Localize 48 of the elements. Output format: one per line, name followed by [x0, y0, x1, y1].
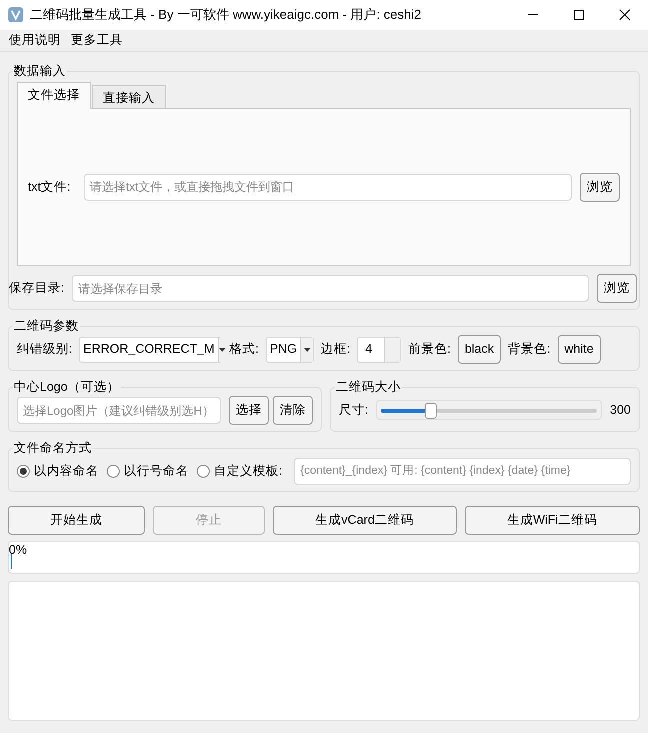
logo-path-field[interactable]: 选择Logo图片（建议纠错级别选H） — [17, 397, 221, 424]
group-title: 二维码参数 — [13, 317, 80, 335]
radio-button[interactable] — [107, 465, 120, 478]
radio-button[interactable] — [197, 465, 210, 478]
caret-icon[interactable] — [304, 348, 311, 352]
template-field[interactable]: {content}_{index} 可用: {content} {index} {date} {time} — [294, 458, 631, 485]
field-label: 保存目录: — [9, 280, 64, 298]
radio-label[interactable]: 以行号命名 — [124, 462, 189, 481]
browse-button[interactable]: 浏览 — [597, 274, 637, 303]
action-button[interactable]: 生成vCard二维码 — [272, 506, 457, 535]
progress-text: 0% — [9, 542, 28, 558]
group-title: 数据输入 — [13, 62, 67, 80]
field-label: 尺寸: — [339, 402, 368, 419]
radio-label[interactable]: 以内容命名 — [34, 462, 99, 481]
group-title: 中心Logo（可选） — [13, 378, 121, 396]
border-spinbox[interactable]: 4 — [357, 336, 402, 362]
size-slider[interactable] — [376, 400, 602, 420]
background-color-button[interactable]: white — [558, 335, 601, 364]
foreground-color-button[interactable]: black — [458, 335, 502, 364]
tab[interactable]: 文件选择 — [17, 82, 91, 109]
menu-item[interactable]: 使用说明 — [4, 31, 66, 50]
group-title: 文件命名方式 — [13, 439, 93, 457]
clear-button[interactable]: 清除 — [273, 396, 313, 425]
app-icon — [8, 7, 24, 23]
format-dropdown[interactable]: PNG — [266, 336, 314, 362]
field-label: 边框: — [320, 341, 350, 358]
action-button[interactable]: 开始生成 — [8, 506, 146, 535]
group-title: 二维码大小 — [335, 378, 402, 396]
caret-icon[interactable] — [218, 348, 226, 352]
field-label: 背景色: — [508, 341, 551, 358]
slider-handle[interactable] — [425, 403, 438, 419]
radio-label[interactable]: 自定义模板: — [214, 462, 282, 481]
file-path-field[interactable]: 请选择txt文件，或直接拖拽文件到窗口 — [84, 174, 572, 200]
field-label: 前景色: — [408, 341, 451, 358]
field-label: 纠错级别: — [17, 341, 72, 358]
size-value: 300 — [610, 402, 631, 419]
action-button[interactable]: 生成WiFi二维码 — [464, 506, 640, 535]
save-dir-field[interactable]: 请选择保存目录 — [72, 275, 589, 302]
close-icon[interactable] — [619, 9, 631, 21]
choose-button[interactable]: 选择 — [229, 396, 269, 425]
field-label: 格式: — [229, 341, 259, 358]
browse-button[interactable]: 浏览 — [580, 172, 620, 202]
window-title: 二维码批量生成工具 - By 一可软件 www.yikeaigc.com - 用户: ceshi2 — [30, 6, 422, 24]
menu-item[interactable]: 更多工具 — [66, 31, 128, 50]
tab[interactable]: 直接输入 — [92, 85, 166, 108]
field-label: txt文件: — [28, 178, 72, 196]
radio-button[interactable] — [17, 465, 30, 478]
maximize-icon[interactable] — [573, 9, 585, 21]
